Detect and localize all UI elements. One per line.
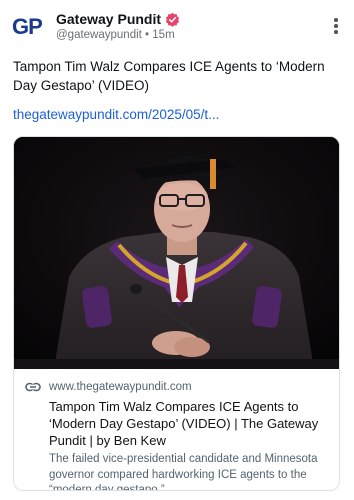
speaker-photo: [14, 137, 339, 369]
link-preview-image[interactable]: [14, 137, 339, 369]
link-preview-title[interactable]: Tampon Tim Walz Compares ICE Agents to ‘…: [49, 398, 319, 449]
post-header: GP Gateway Pundit @gatewaypundit • 15m: [0, 0, 354, 50]
post-timestamp[interactable]: 15m: [152, 29, 174, 41]
author-handle[interactable]: @gatewaypundit: [56, 29, 142, 41]
more-options-icon[interactable]: [334, 18, 338, 34]
link-domain: www.thegatewaypundit.com: [49, 381, 192, 393]
post-text: Tampon Tim Walz Compares ICE Agents to ‘…: [13, 59, 325, 93]
link-preview-card[interactable]: www.thegatewaypundit.com Tampon Tim Walz…: [13, 136, 340, 491]
link-preview-body[interactable]: www.thegatewaypundit.com Tampon Tim Walz…: [14, 369, 339, 491]
verified-badge-icon: [165, 12, 180, 27]
link-icon: [25, 382, 41, 392]
avatar[interactable]: GP: [12, 12, 46, 42]
post-link[interactable]: thegatewaypundit.com/2025/05/t...: [13, 107, 219, 122]
author-meta: @gatewaypundit • 15m: [56, 29, 175, 41]
meta-separator: •: [145, 29, 150, 41]
author-display-name[interactable]: Gateway Pundit: [56, 11, 161, 27]
link-preview-description: The failed vice-presidential candidate a…: [49, 453, 318, 491]
link-domain-row: www.thegatewaypundit.com: [25, 379, 329, 395]
author-name-row: Gateway Pundit: [56, 10, 180, 28]
